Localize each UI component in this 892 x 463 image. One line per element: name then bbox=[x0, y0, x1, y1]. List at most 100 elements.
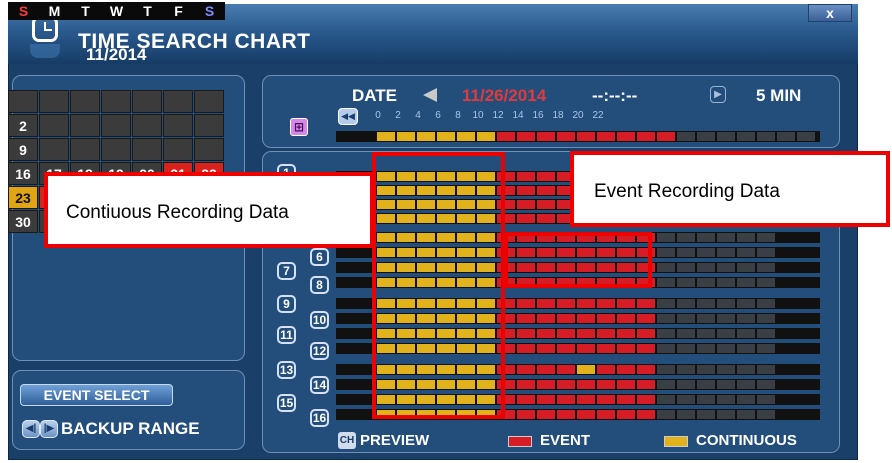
timeline-cell bbox=[677, 299, 695, 308]
overview-cell bbox=[497, 132, 515, 141]
timeline-cell bbox=[717, 314, 735, 323]
timeline-cell bbox=[657, 365, 675, 374]
timeline-cell bbox=[757, 380, 775, 389]
calendar-empty-cell bbox=[194, 114, 224, 137]
calendar-empty-cell bbox=[163, 138, 193, 161]
event-select-button[interactable]: EVENT SELECT bbox=[20, 384, 173, 406]
hour-tick-label: 0 bbox=[375, 110, 381, 121]
timeline-cell bbox=[537, 395, 555, 404]
calendar-empty-cell bbox=[8, 90, 38, 113]
calendar-day[interactable]: 9 bbox=[8, 138, 38, 161]
close-button[interactable]: x bbox=[808, 4, 852, 22]
event-legend-label: EVENT bbox=[540, 432, 591, 449]
hour-tick-label: 14 bbox=[512, 110, 524, 121]
timeline-cell bbox=[697, 410, 715, 419]
overview-cell bbox=[457, 132, 475, 141]
timeline-cell bbox=[577, 344, 595, 353]
overview-cell bbox=[477, 132, 495, 141]
hour-tick-label: 8 bbox=[455, 110, 461, 121]
timeline-cell bbox=[637, 365, 655, 374]
timeline-cell bbox=[537, 186, 555, 195]
timeline-cell bbox=[697, 263, 715, 272]
calendar-empty-cell bbox=[132, 138, 162, 161]
timeline-cell bbox=[537, 172, 555, 181]
timeline-cell bbox=[717, 380, 735, 389]
channel-button[interactable]: 9 bbox=[277, 295, 296, 313]
calendar-day[interactable]: 2 bbox=[8, 114, 38, 137]
channel-button[interactable]: 14 bbox=[310, 376, 329, 394]
overview-cell bbox=[577, 132, 595, 141]
timeline-cell bbox=[697, 365, 715, 374]
weekday-header: F bbox=[163, 2, 194, 20]
timeline-cell bbox=[657, 380, 675, 389]
timeline-cell bbox=[597, 299, 615, 308]
next-date-arrow-icon[interactable]: ▶ bbox=[710, 86, 726, 103]
timeline-cell bbox=[697, 329, 715, 338]
channel-button[interactable]: 12 bbox=[310, 342, 329, 360]
timeline-cell bbox=[637, 329, 655, 338]
channel-button[interactable]: 15 bbox=[277, 394, 296, 412]
timeline-cell bbox=[637, 314, 655, 323]
event-legend-swatch bbox=[508, 436, 532, 447]
timeline-cell bbox=[657, 410, 675, 419]
timeline-cell bbox=[577, 395, 595, 404]
timeline-cell bbox=[757, 233, 775, 242]
timeline-cell bbox=[617, 410, 635, 419]
timeline-cell bbox=[757, 395, 775, 404]
channel-button[interactable]: 8 bbox=[310, 276, 329, 294]
timeline-cell bbox=[757, 263, 775, 272]
timeline-cell bbox=[597, 380, 615, 389]
timeline-cell bbox=[517, 365, 535, 374]
timeline-cell bbox=[517, 395, 535, 404]
backup-range-end-icon[interactable]: |▶ bbox=[40, 420, 58, 438]
previous-date-arrow-icon[interactable] bbox=[423, 88, 437, 102]
timeline-cell bbox=[737, 344, 755, 353]
backup-range-label[interactable]: BACKUP RANGE bbox=[61, 419, 200, 439]
time-value[interactable]: --:--:-- bbox=[592, 86, 637, 106]
timeline-cell bbox=[537, 410, 555, 419]
channel-button[interactable]: 7 bbox=[277, 262, 296, 280]
timeline-cell bbox=[657, 233, 675, 242]
preview-label[interactable]: PREVIEW bbox=[360, 432, 429, 449]
timeline-cell bbox=[617, 395, 635, 404]
timeline-cell bbox=[677, 365, 695, 374]
weekday-header: T bbox=[132, 2, 163, 20]
channel-button[interactable]: 6 bbox=[310, 248, 329, 266]
timeline-cell bbox=[717, 344, 735, 353]
timeline-cell bbox=[757, 299, 775, 308]
timeline-cell bbox=[517, 329, 535, 338]
overview-cell bbox=[617, 132, 635, 141]
backup-range-start-icon[interactable]: ◀| bbox=[22, 420, 40, 438]
channel-button[interactable]: 13 bbox=[277, 361, 296, 379]
overview-cell bbox=[657, 132, 675, 141]
interval-value[interactable]: 5 MIN bbox=[756, 86, 801, 106]
scroll-back-icon[interactable]: ◀◀ bbox=[338, 108, 358, 125]
timeline-cell bbox=[517, 344, 535, 353]
channel-button[interactable]: 16 bbox=[310, 409, 329, 427]
calendar-empty-cell bbox=[132, 90, 162, 113]
timeline-cell bbox=[677, 410, 695, 419]
overview-cell bbox=[737, 132, 755, 141]
timeline-cell bbox=[577, 410, 595, 419]
calendar-day[interactable]: 23 bbox=[8, 186, 38, 209]
preview-icon[interactable]: CH bbox=[338, 432, 356, 449]
grid-expand-icon[interactable]: ⊞ bbox=[290, 118, 308, 136]
calendar-day[interactable]: 16 bbox=[8, 162, 38, 185]
date-value[interactable]: 11/26/2014 bbox=[462, 86, 546, 106]
timeline-cell bbox=[737, 395, 755, 404]
timeline-cell bbox=[517, 380, 535, 389]
event-region-outline bbox=[504, 232, 652, 288]
timeline-cell bbox=[697, 314, 715, 323]
day-overview-bar[interactable] bbox=[336, 131, 820, 142]
calendar-day[interactable]: 30 bbox=[8, 210, 38, 233]
timeline-cell bbox=[657, 395, 675, 404]
overview-cell bbox=[557, 132, 575, 141]
timeline-cell bbox=[657, 314, 675, 323]
timeline-cell bbox=[737, 380, 755, 389]
timeline-cell bbox=[717, 329, 735, 338]
timeline-cell bbox=[717, 365, 735, 374]
channel-button[interactable]: 11 bbox=[277, 326, 296, 344]
event-callout-text: Event Recording Data bbox=[594, 181, 780, 202]
channel-button[interactable]: 10 bbox=[310, 311, 329, 329]
timeline-cell bbox=[517, 299, 535, 308]
